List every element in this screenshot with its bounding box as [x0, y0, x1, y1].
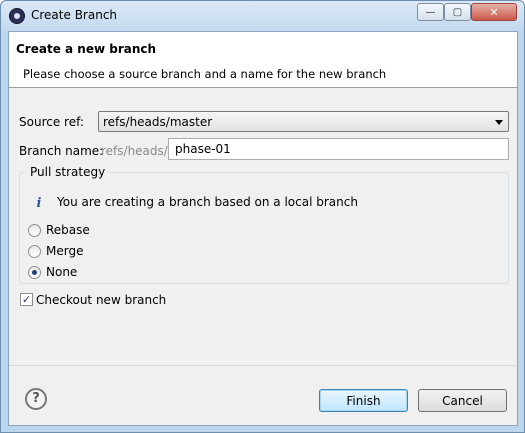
branch-prefix: refs/heads/	[101, 144, 168, 158]
info-message: You are creating a branch based on a loc…	[57, 195, 358, 209]
source-ref-label: Source ref:	[19, 115, 84, 129]
close-button[interactable]: ✕	[471, 3, 517, 21]
checkout-label[interactable]: Checkout new branch	[36, 293, 166, 307]
dialog-header: Create a new branch Please choose a sour…	[9, 32, 517, 88]
radio-label: Rebase	[46, 223, 90, 237]
radio-button[interactable]	[28, 245, 41, 258]
radio-button[interactable]	[28, 224, 41, 237]
checkout-checkbox[interactable]: ✓	[20, 293, 33, 306]
radio-button-selected[interactable]	[28, 266, 41, 279]
minimize-icon: —	[425, 6, 436, 18]
chevron-down-icon	[495, 120, 503, 125]
maximize-icon: ▢	[452, 6, 463, 18]
source-ref-value: refs/heads/master	[103, 115, 213, 129]
window-title: Create Branch	[31, 8, 118, 22]
dialog-content: Create a new branch Please choose a sour…	[8, 31, 518, 426]
branch-name-label: Branch name:	[19, 144, 104, 158]
radio-label: Merge	[46, 244, 84, 258]
info-icon: i	[36, 196, 42, 211]
create-branch-dialog: Create Branch — ▢ ✕ Create a new branch …	[0, 0, 525, 433]
branch-name-input[interactable]	[168, 138, 509, 160]
help-icon[interactable]: ?	[25, 388, 47, 410]
title-bar[interactable]: Create Branch — ▢ ✕	[1, 1, 524, 31]
header-title: Create a new branch	[16, 42, 157, 56]
radio-label: None	[46, 265, 78, 279]
finish-button[interactable]: Finish	[319, 389, 408, 412]
header-description: Please choose a source branch and a name…	[23, 67, 387, 81]
close-icon: ✕	[489, 5, 499, 19]
pull-strategy-group: Pull strategy i You are creating a branc…	[19, 165, 509, 284]
eclipse-icon	[9, 8, 25, 24]
footer-divider	[9, 365, 517, 366]
maximize-button[interactable]: ▢	[444, 3, 471, 21]
pull-strategy-legend: Pull strategy	[27, 165, 109, 179]
minimize-button[interactable]: —	[417, 3, 444, 21]
cancel-button[interactable]: Cancel	[418, 389, 507, 412]
source-ref-select[interactable]: refs/heads/master	[98, 111, 509, 132]
